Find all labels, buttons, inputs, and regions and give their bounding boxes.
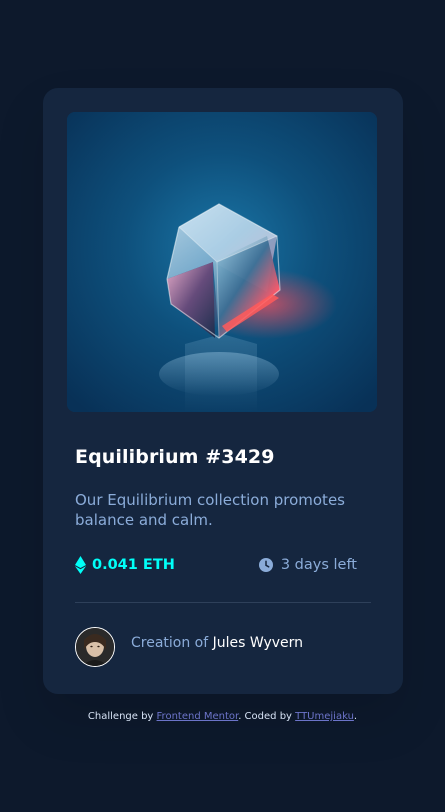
price: 0.041 ETH — [75, 552, 175, 578]
card-title[interactable]: Equilibrium #3429 — [75, 446, 275, 468]
time-left-value: 3 days left — [280, 557, 357, 573]
avatar — [75, 627, 115, 667]
nft-card: Equilibrium #3429 Our Equilibrium collec… — [43, 88, 403, 694]
time-left: 3 days left — [258, 552, 357, 578]
footer-middle: . Coded by — [238, 711, 296, 722]
attribution-footer: Challenge by Frontend Mentor. Coded by T… — [0, 711, 445, 722]
frontend-mentor-link[interactable]: Frontend Mentor — [157, 711, 239, 722]
cube-illustration — [67, 112, 377, 412]
ethereum-icon — [75, 556, 86, 574]
coder-link[interactable]: TTUmejiaku — [295, 711, 354, 722]
nft-image[interactable] — [67, 112, 377, 412]
creator-name[interactable]: Jules Wyvern — [213, 635, 303, 651]
card-description: Our Equilibrium collection promotes bala… — [75, 491, 345, 529]
clock-icon — [258, 558, 273, 572]
creation-attribution: Creation of Jules Wyvern — [131, 635, 303, 651]
price-value: 0.041 ETH — [92, 557, 175, 573]
footer-suffix: . — [353, 711, 358, 722]
divider — [75, 602, 371, 603]
creation-prefix: Creation of — [131, 635, 209, 651]
footer-prefix: Challenge by — [87, 711, 157, 722]
